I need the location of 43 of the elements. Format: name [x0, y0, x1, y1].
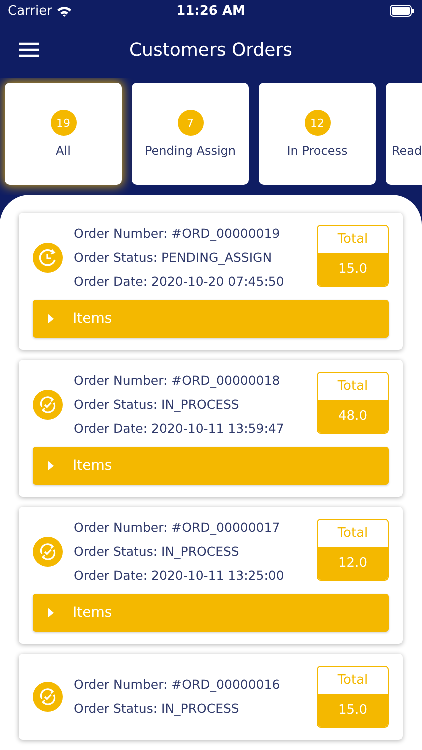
order-status: Order Status: IN_PROCESS — [74, 396, 240, 414]
clock-icon — [33, 243, 63, 273]
tab-label: In Process — [287, 144, 348, 158]
order-number: Order Number: #ORD_00000017 — [74, 519, 282, 537]
wifi-icon — [57, 6, 72, 16]
total-value: 15.0 — [318, 694, 388, 727]
total-value: 12.0 — [318, 547, 388, 580]
filter-tab[interactable]: 7 Pending Assign — [132, 83, 249, 185]
total-label: Total — [336, 525, 370, 543]
tab-label: Pending Assign — [144, 144, 236, 158]
order-date: Order Date: 2020-10-20 07:45:50 — [74, 273, 286, 291]
refresh-check-icon — [33, 537, 63, 567]
count-badge: 12 — [304, 110, 330, 136]
total-value: 15.0 — [318, 253, 388, 286]
page-title: Customers Orders — [129, 40, 293, 60]
caret-right-icon — [47, 608, 55, 618]
tab-label: All — [56, 144, 71, 158]
carrier-label: Carrier — [8, 4, 52, 18]
count-badge: 19 — [50, 110, 76, 136]
battery-icon — [390, 5, 414, 17]
tab-label: Read — [392, 144, 422, 158]
filter-tab[interactable]: Read — [386, 83, 422, 185]
total-label: Total — [336, 672, 370, 690]
total-label: Total — [336, 378, 370, 396]
order-number: Order Number: #ORD_00000018 — [74, 372, 282, 390]
caret-right-icon — [47, 314, 55, 324]
order-date: Order Date: 2020-10-11 13:59:47 — [74, 420, 286, 438]
count-badge: 7 — [178, 110, 204, 136]
refresh-check-icon — [33, 390, 63, 420]
order-number: Order Number: #ORD_00000019 — [74, 225, 282, 243]
total-value: 48.0 — [318, 400, 388, 433]
total-label: Total — [336, 231, 370, 249]
order-status: Order Status: PENDING_ASSIGN — [74, 249, 274, 267]
order-date: Order Date: 2020-10-11 13:25:00 — [74, 567, 286, 585]
refresh-check-icon — [33, 682, 63, 712]
caret-right-icon — [47, 461, 55, 471]
filter-tab[interactable]: 19 All — [5, 83, 122, 185]
status-time: 11:26 AM — [176, 4, 246, 18]
menu-button[interactable] — [19, 42, 39, 58]
order-number: Order Number: #ORD_00000016 — [74, 676, 282, 694]
order-status: Order Status: IN_PROCESS — [74, 543, 240, 561]
order-status: Order Status: IN_PROCESS — [74, 700, 240, 718]
filter-tab[interactable]: 12 In Process — [259, 83, 376, 185]
